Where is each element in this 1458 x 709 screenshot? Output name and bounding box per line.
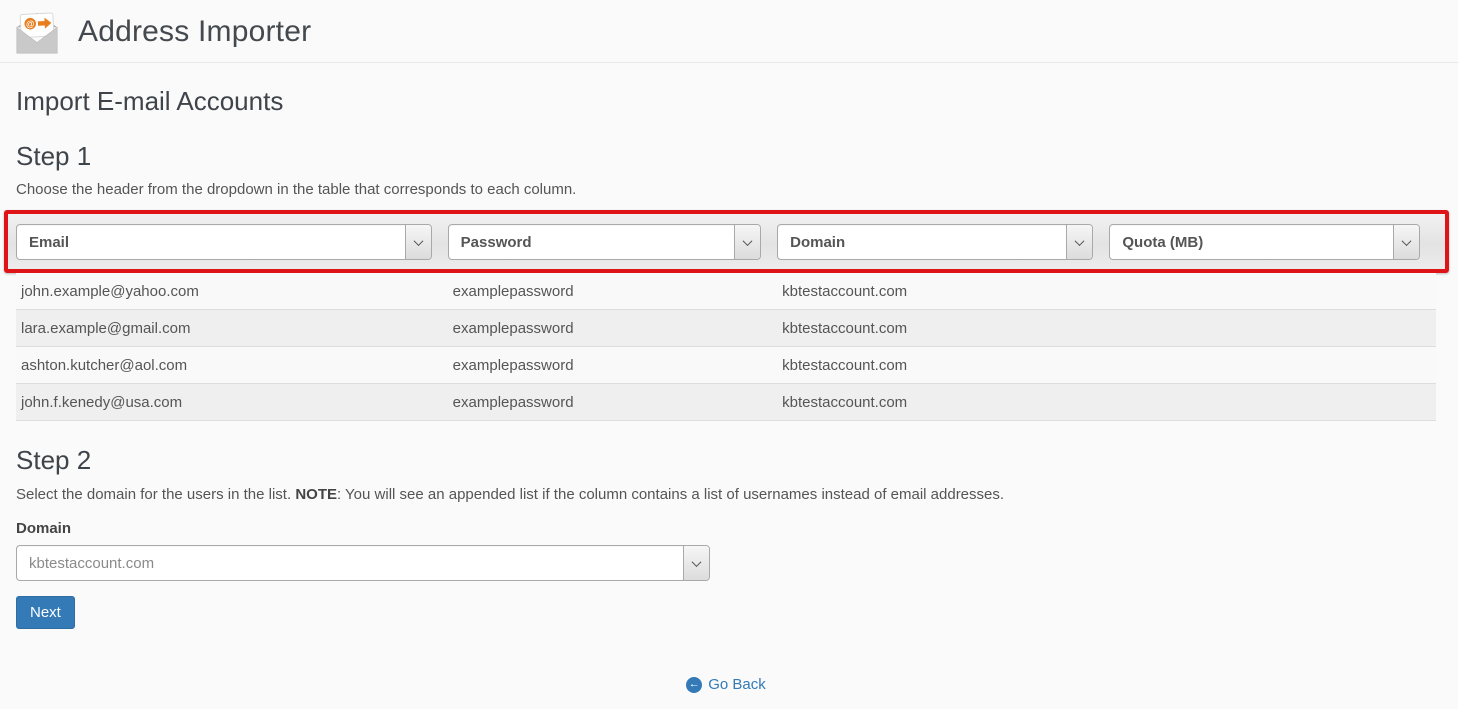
page-title: Address Importer [78, 15, 311, 49]
domain-field-label: Domain [16, 520, 1436, 537]
domain-cell: kbtestaccount.com [777, 320, 1109, 337]
section-title: Import E-mail Accounts [16, 86, 1436, 117]
password-cell: examplepassword [448, 394, 777, 411]
chevron-down-icon[interactable] [683, 546, 709, 580]
email-column-select[interactable]: Email [16, 224, 432, 260]
import-preview-table: john.example@yahoo.com examplepassword k… [16, 273, 1436, 421]
chevron-down-icon[interactable] [734, 225, 760, 259]
mapping-cell-domain: Domain [777, 224, 1109, 260]
chevron-down-icon[interactable] [1393, 225, 1419, 259]
step1-description: Choose the header from the dropdown in t… [16, 181, 1436, 198]
chevron-down-icon[interactable] [405, 225, 431, 259]
step2-note-text: Select the domain for the users in the l… [16, 486, 295, 503]
table-row: john.f.kenedy@usa.com examplepassword kb… [16, 384, 1436, 421]
domain-select[interactable]: kbtestaccount.com [16, 545, 710, 581]
email-cell: john.example@yahoo.com [16, 283, 448, 300]
email-cell: ashton.kutcher@aol.com [16, 357, 448, 374]
step2-note: Select the domain for the users in the l… [16, 486, 1436, 503]
domain-cell: kbtestaccount.com [777, 394, 1109, 411]
go-back-label: Go Back [708, 676, 766, 693]
password-column-select-value: Password [449, 234, 532, 251]
step2-heading: Step 2 [16, 445, 1436, 476]
highlight-annotation: Email Password Domain Quota (MB) [4, 210, 1449, 273]
email-cell: john.f.kenedy@usa.com [16, 394, 448, 411]
left-arrow-circle-icon: ← [686, 677, 702, 693]
mapping-cell-quota: Quota (MB) [1109, 224, 1436, 260]
table-row: ashton.kutcher@aol.com examplepassword k… [16, 347, 1436, 384]
column-mapping-row: Email Password Domain Quota (MB) [8, 214, 1445, 269]
table-row: lara.example@gmail.com examplepassword k… [16, 310, 1436, 347]
domain-column-select-value: Domain [778, 234, 845, 251]
page-header: @ Address Importer [0, 0, 1458, 63]
main-content: Import E-mail Accounts Step 1 Choose the… [0, 86, 1458, 693]
step2-note-label: NOTE [295, 486, 337, 503]
password-column-select[interactable]: Password [448, 224, 761, 260]
quota-column-select-value: Quota (MB) [1110, 234, 1203, 251]
password-cell: examplepassword [448, 357, 777, 374]
password-cell: examplepassword [448, 320, 777, 337]
table-row: john.example@yahoo.com examplepassword k… [16, 273, 1436, 310]
domain-select-value: kbtestaccount.com [17, 555, 154, 572]
email-cell: lara.example@gmail.com [16, 320, 448, 337]
next-button[interactable]: Next [16, 596, 75, 629]
domain-column-select[interactable]: Domain [777, 224, 1093, 260]
quota-column-select[interactable]: Quota (MB) [1109, 224, 1420, 260]
go-back-link[interactable]: ← Go Back [686, 676, 766, 693]
step2-note-rest: : You will see an appended list if the c… [337, 486, 1004, 503]
domain-cell: kbtestaccount.com [777, 357, 1109, 374]
footer: ← Go Back [16, 674, 1436, 693]
chevron-down-icon[interactable] [1066, 225, 1092, 259]
domain-cell: kbtestaccount.com [777, 283, 1109, 300]
email-column-select-value: Email [17, 234, 69, 251]
svg-text:@: @ [26, 18, 35, 28]
mapping-cell-email: Email [16, 224, 448, 260]
password-cell: examplepassword [448, 283, 777, 300]
envelope-import-icon: @ [12, 8, 62, 56]
step1-heading: Step 1 [16, 141, 1436, 172]
mapping-cell-password: Password [448, 224, 777, 260]
